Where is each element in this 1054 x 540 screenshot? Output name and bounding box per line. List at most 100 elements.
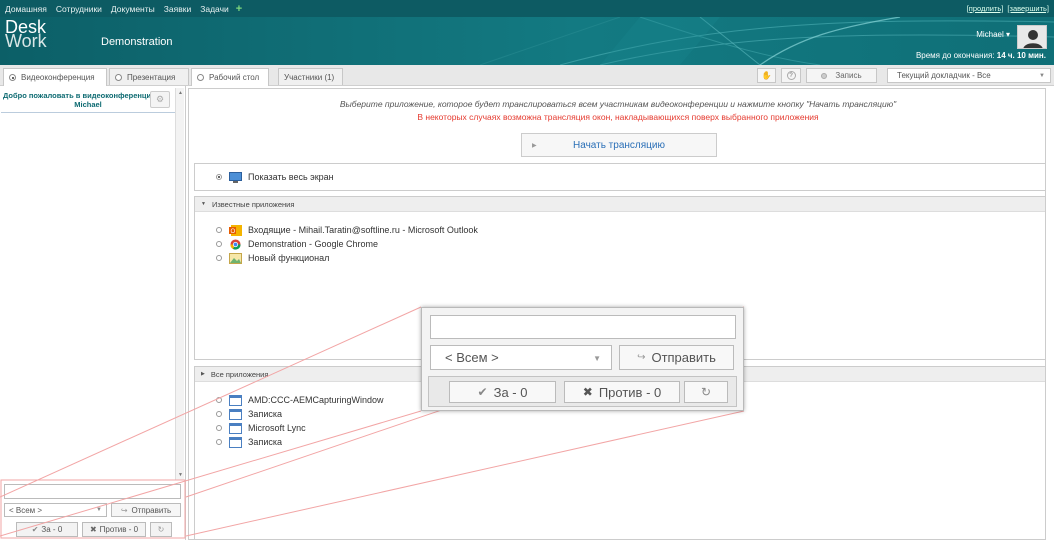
send-icon: ↪: [637, 352, 646, 363]
full-screen-section: Показать весь экран: [194, 163, 1046, 191]
nav-requests[interactable]: Заявки: [164, 4, 191, 14]
play-icon: ▶: [532, 142, 537, 149]
zoomed-recipient-select[interactable]: < Всем > ▼: [430, 345, 612, 370]
nav-documents[interactable]: Документы: [111, 4, 155, 14]
known-apps-header[interactable]: ▼ Известные приложения: [195, 197, 1045, 212]
scroll-up-icon[interactable]: ▲: [178, 90, 183, 96]
image-viewer-icon: [229, 252, 242, 264]
tab-label: Презентация: [127, 72, 176, 82]
chat-send-button[interactable]: ↪ Отправить: [111, 503, 181, 517]
app-name: Записка: [248, 409, 282, 419]
tab-bar: Видеоконференция Презентация Рабочий сто…: [0, 65, 1054, 86]
nav-home[interactable]: Домашняя: [5, 4, 47, 14]
zoomed-refresh-button[interactable]: ↻: [684, 381, 728, 403]
tab-label: Участники (1): [284, 72, 335, 82]
time-left: Время до окончания: 14 ч. 10 мин.: [916, 51, 1046, 60]
app-name: Новый функционал: [248, 253, 330, 263]
check-icon: ✔: [477, 385, 488, 399]
app-name: Microsoft Lync: [248, 423, 306, 433]
record-label: Запись: [835, 71, 862, 80]
radio-icon[interactable]: [216, 439, 222, 445]
top-nav: Домашняя Сотрудники Документы Заявки Зад…: [0, 0, 1054, 17]
zoomed-vote-against-button[interactable]: ✖ Против - 0: [564, 381, 680, 403]
recipient-label: < Всем >: [445, 350, 499, 365]
monitor-icon: [229, 171, 242, 183]
known-app-item[interactable]: O Входящие - Mihail.Taratin@softline.ru …: [195, 223, 1045, 237]
chat-scrollbar[interactable]: ▲ ▼: [175, 88, 184, 480]
raise-hand-button[interactable]: ✋: [757, 68, 776, 83]
chevron-down-icon: ▼: [201, 201, 206, 207]
vote-for-button[interactable]: ✔ За - 0: [16, 522, 78, 537]
warning-text: В некоторых случаях возможна трансляция …: [417, 112, 819, 122]
all-app-item[interactable]: Записка: [195, 435, 1045, 449]
user-silhouette-icon: [1023, 30, 1043, 48]
all-apps-title: Все приложения: [210, 369, 269, 379]
app-name: Записка: [248, 437, 282, 447]
svg-text:O: O: [231, 229, 236, 235]
welcome-line-2: Michael: [74, 100, 102, 109]
outlook-icon: O: [229, 224, 242, 236]
finish-link[interactable]: [завершить]: [1007, 4, 1049, 13]
window-icon: [229, 436, 242, 448]
full-screen-label: Показать весь экран: [248, 172, 334, 182]
tab-participants[interactable]: Участники (1): [278, 68, 343, 85]
chevron-right-icon: ▶: [201, 371, 205, 377]
chat-recipient-select[interactable]: < Всем > ▼: [4, 503, 107, 517]
radio-icon[interactable]: [216, 241, 222, 247]
chat-settings-button[interactable]: ⚙: [150, 91, 170, 108]
window-icon: [229, 408, 242, 420]
record-button[interactable]: Запись: [806, 68, 877, 83]
send-label: Отправить: [131, 505, 172, 515]
radio-icon[interactable]: [216, 397, 222, 403]
vote-against-button[interactable]: ✖ Против - 0: [82, 522, 146, 537]
time-left-value: 14 ч. 10 мин.: [996, 51, 1046, 60]
radio-icon[interactable]: [216, 425, 222, 431]
zoomed-vote-bar: ✔ За - 0 ✖ Против - 0 ↻: [428, 376, 737, 407]
zoomed-message-input[interactable]: [430, 315, 736, 339]
radio-icon: [9, 74, 16, 81]
check-icon: ✔: [31, 525, 39, 534]
zoomed-send-button[interactable]: ↪ Отправить: [619, 345, 734, 370]
add-icon[interactable]: +: [236, 3, 242, 15]
all-app-item[interactable]: Microsoft Lync: [195, 421, 1045, 435]
tab-presentation[interactable]: Презентация: [109, 68, 189, 85]
chevron-down-icon: ▼: [96, 507, 102, 513]
hand-icon: ✋: [761, 71, 772, 80]
tab-videoconference[interactable]: Видеоконференция: [3, 68, 107, 86]
chevron-down-icon: ▼: [1039, 73, 1045, 79]
scroll-down-icon[interactable]: ▼: [178, 472, 183, 478]
current-speaker-select[interactable]: Текущий докладчик - Все ▼: [887, 68, 1051, 83]
refresh-icon: ↻: [700, 385, 712, 399]
chevron-down-icon: ▼: [593, 354, 601, 363]
radio-icon[interactable]: [216, 411, 222, 417]
radio-icon: [197, 74, 204, 81]
welcome-line-1: Добро пожаловать в видеоконференцию,: [3, 91, 160, 100]
tab-desktop[interactable]: Рабочий стол: [191, 68, 269, 86]
user-menu[interactable]: Michael ▾: [976, 30, 1010, 39]
chat-log: Добро пожаловать в видеоконференцию, Mic…: [1, 88, 175, 480]
radio-icon[interactable]: [216, 255, 222, 261]
extend-link[interactable]: [продлить]: [967, 4, 1004, 13]
app-name: Demonstration - Google Chrome: [248, 239, 379, 249]
recipient-label: < Всем >: [9, 505, 43, 515]
help-icon: ?: [786, 71, 796, 80]
nav-employees[interactable]: Сотрудники: [56, 4, 102, 14]
radio-icon[interactable]: [216, 174, 222, 180]
refresh-button[interactable]: ↻: [150, 522, 172, 537]
window-icon: [229, 394, 242, 406]
radio-icon[interactable]: [216, 227, 222, 233]
radio-icon: [115, 73, 122, 81]
zoomed-vote-for-button[interactable]: ✔ За - 0: [449, 381, 556, 403]
known-app-item[interactable]: Demonstration - Google Chrome: [195, 237, 1045, 251]
known-app-item[interactable]: Новый функционал: [195, 251, 1045, 265]
chat-message-input[interactable]: [4, 484, 181, 499]
logo-line-2: Work: [5, 31, 47, 51]
welcome-message: Добро пожаловать в видеоконференцию, Mic…: [1, 88, 175, 113]
help-button[interactable]: ?: [781, 68, 801, 83]
start-broadcast-button[interactable]: ▶ Начать трансляцию: [521, 133, 717, 157]
full-screen-option[interactable]: Показать весь экран: [195, 164, 1045, 190]
deskwork-logo[interactable]: Desk Work: [5, 18, 47, 51]
avatar[interactable]: [1017, 25, 1047, 49]
nav-tasks[interactable]: Задачи: [200, 4, 229, 14]
chrome-icon: [230, 238, 241, 250]
